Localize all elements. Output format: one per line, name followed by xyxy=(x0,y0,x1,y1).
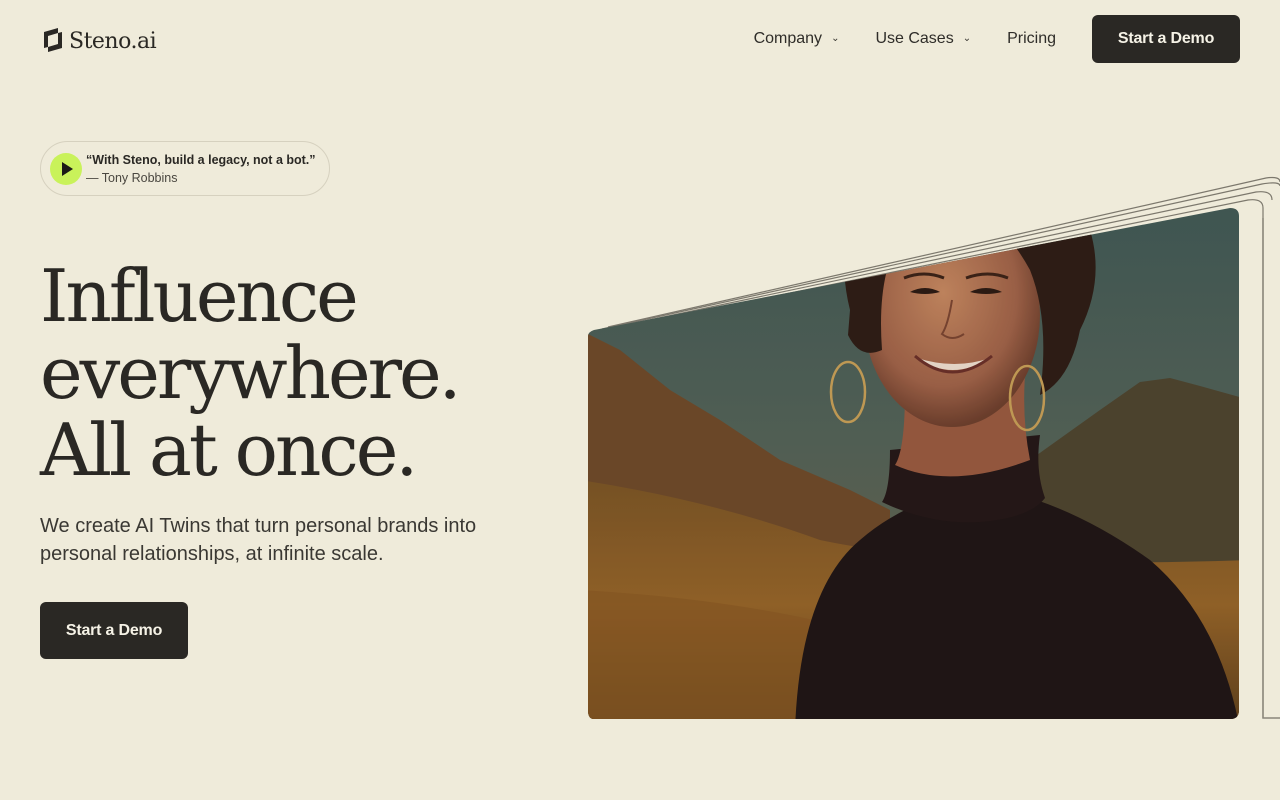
nav-item-pricing[interactable]: Pricing xyxy=(1007,30,1056,48)
play-icon xyxy=(62,161,73,176)
nav-item-label: Company xyxy=(753,30,823,47)
quote-text: “With Steno, build a legacy, not a bot.” xyxy=(86,152,316,167)
chevron-down-icon: ⌄ xyxy=(962,32,972,44)
play-button[interactable] xyxy=(50,152,82,185)
hero-title-line-3: All at once. xyxy=(40,408,418,492)
hero-title-line-1: Influence xyxy=(40,254,359,338)
hero-visual xyxy=(560,120,1280,740)
quote-audio-pill[interactable]: “With Steno, build a legacy, not a bot.”… xyxy=(40,141,330,196)
nav-item-label: Pricing xyxy=(1007,30,1056,47)
nav-item-use-cases[interactable]: Use Cases ⌄ xyxy=(875,30,971,48)
hero-start-demo-button[interactable]: Start a Demo xyxy=(40,602,188,659)
hero-title: Influence everywhere. All at once. xyxy=(40,258,560,489)
quote-text-block: “With Steno, build a legacy, not a bot.”… xyxy=(86,151,316,187)
nav-item-label: Use Cases xyxy=(875,30,954,47)
steno-logo-icon xyxy=(44,28,62,52)
brand-name: Steno.ai xyxy=(69,28,157,54)
nav-item-company[interactable]: Company ⌄ xyxy=(754,30,840,48)
ai-twin-portrait-image xyxy=(588,176,1280,719)
main-nav: Company ⌄ Use Cases ⌄ Pricing Start a De… xyxy=(754,15,1240,63)
site-header: Steno.ai Company ⌄ Use Cases ⌄ Pricing S… xyxy=(0,0,1280,78)
brand-logo[interactable]: Steno.ai xyxy=(40,24,157,56)
hero-subtitle: We create AI Twins that turn personal br… xyxy=(40,515,477,565)
header-start-demo-button[interactable]: Start a Demo xyxy=(1092,15,1240,63)
chevron-down-icon: ⌄ xyxy=(831,32,840,44)
quote-author: — Tony Robbins xyxy=(86,170,178,185)
hero-title-line-2: everywhere. xyxy=(40,331,462,415)
